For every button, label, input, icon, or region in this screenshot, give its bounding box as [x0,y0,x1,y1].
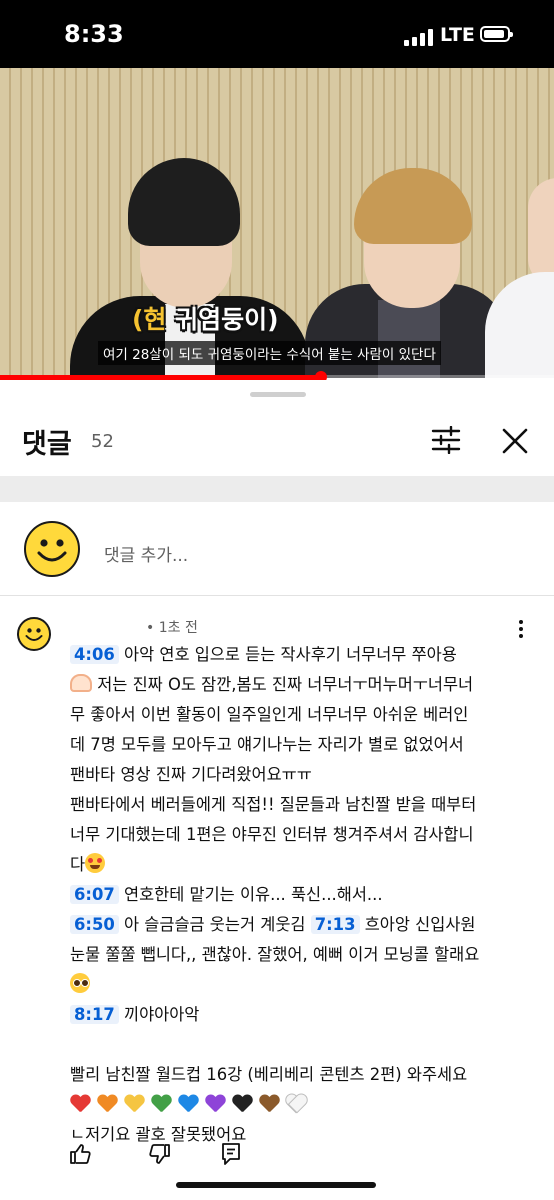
timestamp-link[interactable]: 6:07 [70,885,119,904]
comment-line: ㄴ저기요 괄호 잘못됐어요 [70,1125,247,1144]
like-button[interactable] [68,1142,92,1170]
signal-icon [404,28,436,46]
comment-line [70,1030,540,1060]
more-options-icon[interactable] [512,618,530,640]
comments-count: 52 [91,431,114,452]
reply-button[interactable] [220,1142,242,1170]
comment-line: 8:17 끼야아아악 [70,1000,540,1030]
hands-emoji-icon [70,674,92,692]
comment-line: 저는 진짜 O도 잠깐,봄도 진짜 너무너ㅜ머누머ㅜ너무너 [70,670,540,700]
comment-line: 너무 기대했는데 1편은 야무진 인터뷰 챙겨주셔서 감사합니 [70,825,474,844]
heart-emoji-icon [232,1095,252,1113]
comment-line: 팬바타에서 베러들에게 직접!! 질문들과 남친짤 받을 때부터 [70,795,477,814]
timestamp-link[interactable]: 4:06 [70,645,119,664]
heart-emoji-icon [178,1095,198,1113]
battery-icon [480,26,513,42]
user-avatar [24,521,80,577]
comments-title: 댓글 [22,429,72,460]
heart-emoji-row [70,1090,540,1120]
comment-text: 4:06 아악 연호 입으로 듣는 작사후기 너무너무 쭈아용 저는 진짜 O도… [70,640,540,1150]
pleading-face-emoji-icon [70,973,90,993]
network-label: LTE [440,24,475,46]
heart-emoji-icon [151,1095,171,1113]
divider [0,595,554,596]
caption-accent: (현 [132,305,167,334]
status-bar: 8:33 LTE [0,0,554,68]
thumbs-up-icon [70,1144,91,1164]
filter-icon[interactable] [428,424,464,456]
status-time: 8:33 [64,20,124,48]
heart-emoji-icon [205,1095,225,1113]
caption-title: (현 귀염둥이) [132,300,279,336]
comment-line: 6:50 아 슬금슬금 웃는거 계웃김 7:13 흐아앙 신입사원 [70,910,540,940]
comment-line: 눈물 쭐쭐 뺍니다,, 괜찮아. 잘했어, 예뻐 이거 모닝콜 할래요 [70,945,480,964]
section-divider [0,476,554,502]
commenter-avatar[interactable] [17,617,51,651]
dislike-button[interactable] [148,1142,172,1170]
heart-emoji-icon [259,1095,279,1113]
drag-handle[interactable] [250,392,306,397]
heart-emoji-icon [286,1095,306,1113]
comment-line: 팬바타 영상 진짜 기다려왔어요ㅠㅠ [70,765,312,784]
caption-subtitle: 여기 28살이 되도 귀염둥이라는 수식어 붙는 사람이 있단다 [98,341,441,365]
caption-title-text: 귀염둥이) [166,305,279,334]
thumbs-down-icon [149,1144,170,1164]
comment-line: 4:06 아악 연호 입으로 듣는 작사후기 너무너무 쭈아용 [70,640,540,670]
comment-line: 무 좋아서 이번 활동이 일주일인게 너무너무 아쉬운 베러인 [70,705,469,724]
comment-line: 데 7명 모두를 모아두고 얘기나누는 자리가 별로 없었어서 [70,735,464,754]
timestamp-link[interactable]: 7:13 [310,915,360,934]
heart-emoji-icon [70,1095,90,1113]
timestamp-link[interactable]: 6:50 [70,915,119,934]
home-indicator [176,1182,376,1188]
comment-line: 6:07 연호한테 맡기는 이유... 푹신...해서... [70,880,540,910]
reply-icon [222,1143,240,1165]
comment-line: 다 [70,850,540,880]
heart-eyes-emoji-icon [85,853,106,873]
comment-line [70,970,540,1000]
close-icon[interactable] [498,424,532,458]
comment-time: • 1초 전 [146,620,198,636]
heart-emoji-icon [124,1095,144,1113]
comment-line: 빨리 남친짤 월드컵 16강 (베리베리 콘텐츠 2편) 와주세요 [70,1065,468,1084]
heart-emoji-icon [97,1095,117,1113]
add-comment-input[interactable]: 댓글 추가... [104,541,188,566]
timestamp-link[interactable]: 8:17 [70,1005,119,1024]
